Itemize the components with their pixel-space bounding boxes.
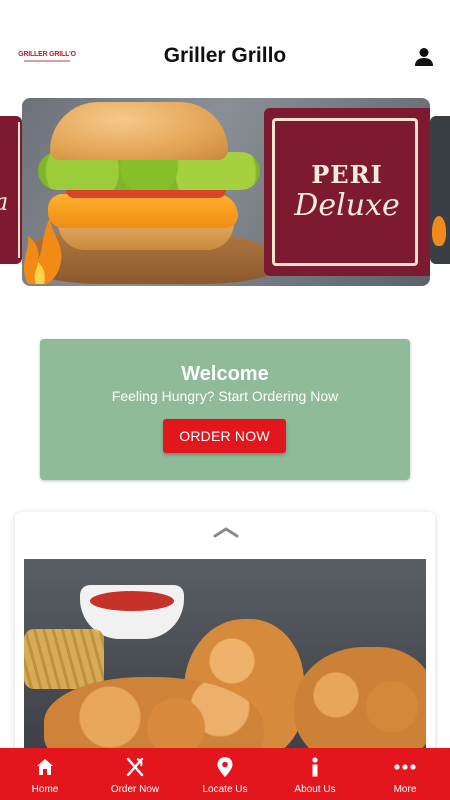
order-now-button[interactable]: ORDER NOW bbox=[163, 419, 286, 453]
more-dots-icon bbox=[394, 756, 416, 778]
promo-title: PERI bbox=[311, 160, 383, 189]
home-icon bbox=[34, 756, 56, 778]
fork-knife-icon bbox=[124, 756, 146, 778]
nav-item-more[interactable]: More bbox=[360, 748, 450, 800]
promo-label-card: PERI Deluxe bbox=[264, 108, 430, 276]
app-screen: GRILLER GRILL'O Griller Grillo a bbox=[0, 0, 450, 800]
page-title: Griller Grillo bbox=[163, 44, 287, 67]
fries-image bbox=[24, 629, 104, 689]
person-icon bbox=[415, 48, 433, 66]
nav-item-about-us[interactable]: About Us bbox=[270, 748, 360, 800]
profile-button[interactable] bbox=[410, 44, 438, 70]
burger-cheese bbox=[48, 194, 238, 228]
carousel-current-slide[interactable]: PERI Deluxe bbox=[22, 98, 430, 286]
carousel-prev-slide[interactable]: a bbox=[0, 116, 22, 264]
nav-label-about-us: About Us bbox=[294, 784, 336, 795]
welcome-card: Welcome Feeling Hungry? Start Ordering N… bbox=[40, 339, 410, 480]
prev-slide-frame bbox=[18, 122, 20, 258]
info-icon bbox=[304, 756, 326, 778]
carousel-next-slide[interactable] bbox=[430, 116, 450, 264]
chevron-up-icon[interactable] bbox=[213, 524, 239, 540]
nav-label-home: Home bbox=[31, 784, 59, 795]
nav-label-order-now: Order Now bbox=[110, 784, 160, 795]
nav-item-home[interactable]: Home bbox=[0, 748, 90, 800]
welcome-subtitle: Feeling Hungry? Start Ordering Now bbox=[111, 388, 339, 404]
promo-carousel[interactable]: a PERI Deluxe bbox=[0, 98, 450, 288]
fried-chicken-image bbox=[24, 559, 426, 759]
nav-label-locate-us: Locate Us bbox=[202, 784, 248, 795]
burger-bun-top bbox=[50, 102, 228, 160]
flame-icon bbox=[23, 218, 62, 284]
nav-label-more: More bbox=[393, 784, 417, 795]
promo-subtitle: Deluxe bbox=[294, 188, 400, 223]
nav-item-order-now[interactable]: Order Now bbox=[90, 748, 180, 800]
nav-item-locate-us[interactable]: Locate Us bbox=[180, 748, 270, 800]
menu-card[interactable] bbox=[15, 512, 435, 762]
location-pin-icon bbox=[214, 756, 236, 778]
welcome-title: Welcome bbox=[181, 363, 269, 385]
app-header: GRILLER GRILL'O Griller Grillo bbox=[0, 0, 450, 98]
bottom-nav: Home Order Now Locate Us About Us More bbox=[0, 748, 450, 800]
chicken-piece bbox=[294, 647, 426, 759]
next-slide-flame bbox=[432, 216, 446, 246]
prev-slide-text: a bbox=[0, 188, 8, 216]
ketchup-sauce bbox=[90, 591, 174, 611]
